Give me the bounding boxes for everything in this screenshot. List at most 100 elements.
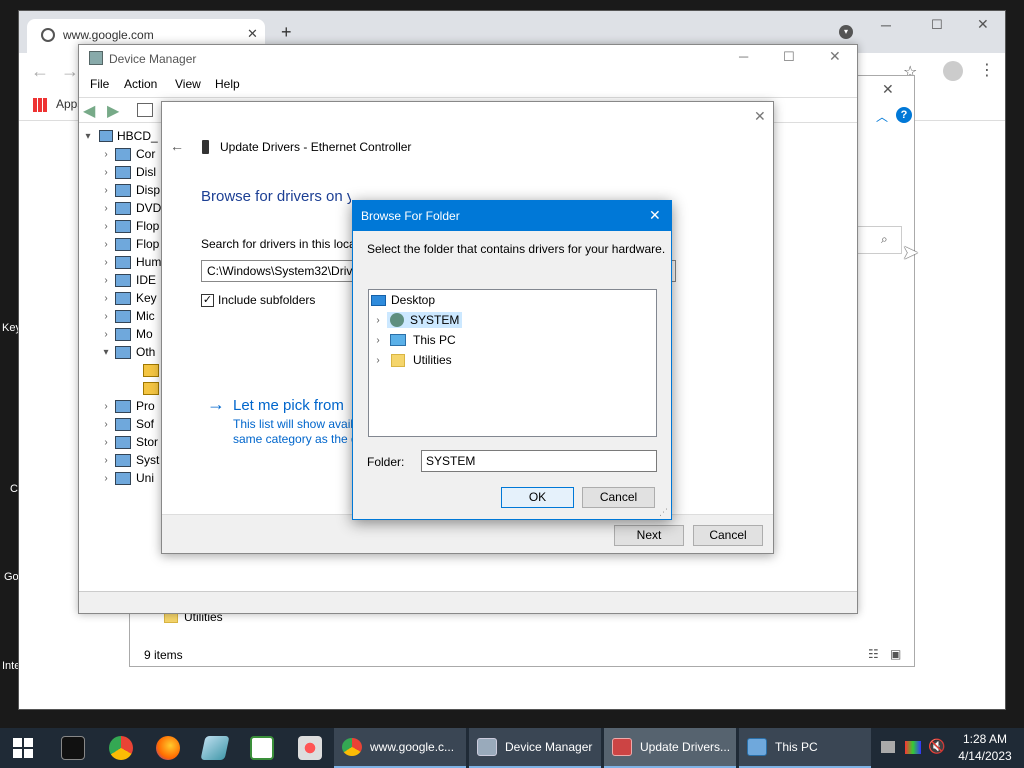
menu-view[interactable]: View	[175, 77, 201, 91]
chevron-right-icon[interactable]: ›	[99, 149, 113, 160]
minimize-icon[interactable]: ─	[881, 17, 891, 33]
chevron-right-icon[interactable]: ›	[99, 401, 113, 412]
device-category-row[interactable]: › Disl	[99, 163, 156, 181]
display-tray-icon[interactable]	[905, 741, 921, 754]
volume-muted-icon[interactable]: 🔇	[928, 738, 945, 755]
close-window-icon[interactable]: ✕	[977, 16, 989, 33]
chevron-right-icon[interactable]: ›	[99, 275, 113, 286]
chevron-right-icon[interactable]: ›	[99, 221, 113, 232]
chevron-right-icon[interactable]: ›	[369, 335, 387, 346]
chevron-right-icon[interactable]: ›	[99, 167, 113, 178]
device-category-row[interactable]: › Mo	[99, 325, 152, 343]
back-arrow-icon[interactable]: ←	[170, 138, 184, 154]
device-category-row[interactable]: › Mic	[99, 307, 154, 325]
menu-file[interactable]: File	[90, 77, 109, 91]
device-category-row[interactable]: › Syst	[99, 451, 159, 469]
folder-name-input[interactable]	[421, 450, 657, 472]
taskbar-item-device-manager[interactable]: Device Manager	[469, 728, 601, 768]
chevron-down-icon[interactable]: ▾	[81, 131, 95, 142]
new-tab-icon[interactable]: +	[281, 22, 292, 43]
maximize-icon[interactable]: ☐	[783, 49, 795, 65]
ok-button[interactable]: OK	[501, 487, 574, 508]
device-category-row[interactable]: › Uni	[99, 469, 154, 487]
chevron-right-icon[interactable]: ›	[99, 419, 113, 430]
resize-grip-icon[interactable]: ⋰	[659, 507, 668, 518]
device-category-row[interactable]: › Disp	[99, 181, 160, 199]
tree-root[interactable]: ▾ HBCD_	[81, 127, 157, 145]
chevron-right-icon[interactable]: ›	[99, 203, 113, 214]
chevron-right-icon[interactable]: ›	[99, 293, 113, 304]
chevron-right-icon[interactable]: ›	[99, 473, 113, 484]
checkmark-icon[interactable]: ✓	[201, 293, 214, 307]
forward-arrow-icon[interactable]: →	[61, 61, 79, 82]
chevron-right-icon[interactable]: ›	[369, 315, 387, 326]
right-arrow-icon[interactable]: →	[207, 394, 225, 415]
device-category-row[interactable]: › Cor	[99, 145, 155, 163]
device-category-row[interactable]: ▾ Oth	[99, 343, 155, 361]
taskbar-item-chrome[interactable]: www.google.c...	[334, 728, 466, 768]
terminal-icon[interactable]	[61, 736, 85, 760]
forward-icon[interactable]: ▶	[107, 101, 119, 121]
device-category-row[interactable]	[127, 361, 164, 379]
tools-icon[interactable]	[298, 736, 322, 760]
chevron-right-icon[interactable]: ›	[99, 329, 113, 340]
close-icon[interactable]: ✕	[829, 48, 841, 65]
chevron-down-icon[interactable]: ▾	[99, 347, 113, 358]
device-category-row[interactable]: › IDE	[99, 271, 156, 289]
close-icon[interactable]: ✕	[649, 207, 661, 224]
cancel-button[interactable]: Cancel	[693, 525, 763, 546]
system-clock[interactable]: 1:28 AM 4/14/2023	[950, 731, 1020, 765]
details-view-icon[interactable]: ☷	[868, 647, 879, 661]
include-subfolders-checkbox[interactable]: ✓ Include subfolders	[201, 293, 315, 307]
large-icons-view-icon[interactable]: ▣	[890, 647, 901, 661]
tab-search-icon[interactable]: ▾	[839, 25, 853, 39]
desktop-label-c[interactable]: C	[10, 483, 18, 495]
chevron-right-icon[interactable]: ›	[99, 239, 113, 250]
ribbon-collapse-icon[interactable]: ︿	[876, 108, 888, 125]
tree-item-system[interactable]: › SYSTEM	[369, 310, 463, 330]
chevron-right-icon[interactable]: ›	[99, 311, 113, 322]
chevron-right-icon[interactable]: ›	[99, 185, 113, 196]
chevron-right-icon[interactable]: ›	[99, 455, 113, 466]
taskbar-item-this-pc[interactable]: This PC	[739, 728, 871, 768]
menu-help[interactable]: Help	[215, 77, 240, 91]
back-icon[interactable]: ◀	[83, 101, 95, 121]
tree-item-utilities[interactable]: › Utilities	[369, 350, 451, 370]
properties-icon[interactable]	[137, 103, 153, 117]
explorer-close-icon[interactable]: ✕	[882, 81, 894, 98]
spreadsheet-icon[interactable]	[250, 736, 274, 760]
chevron-right-icon[interactable]: ›	[369, 355, 387, 366]
menu-action[interactable]: Action	[124, 77, 157, 91]
device-category-row[interactable]: › Hum	[99, 253, 161, 271]
chevron-right-icon[interactable]: ›	[99, 437, 113, 448]
tree-item-desktop[interactable]: Desktop	[369, 290, 435, 310]
help-icon[interactable]: ?	[896, 107, 912, 123]
network-tray-icon[interactable]	[881, 741, 895, 753]
tree-item-this-pc[interactable]: › This PC	[369, 330, 455, 350]
minimize-icon[interactable]: ─	[739, 49, 748, 64]
device-category-row[interactable]: › Flop	[99, 217, 159, 235]
more-menu-icon[interactable]: ⋮	[979, 60, 995, 80]
device-category-row[interactable]: › Stor	[99, 433, 158, 451]
device-category-row[interactable]: › Sof	[99, 415, 154, 433]
close-tab-icon[interactable]: ✕	[247, 26, 258, 42]
firefox-icon[interactable]	[156, 736, 180, 760]
device-category-row[interactable]: › Key	[99, 289, 156, 307]
back-arrow-icon[interactable]: ←	[31, 61, 49, 82]
device-category-row[interactable]	[127, 379, 164, 397]
cancel-button[interactable]: Cancel	[582, 487, 655, 508]
desktop-label-go[interactable]: Go	[4, 571, 19, 583]
apps-grid-icon[interactable]	[33, 98, 47, 112]
pick-driver-link[interactable]: Let me pick from	[233, 397, 353, 414]
device-category-row[interactable]: › Flop	[99, 235, 159, 253]
chevron-right-icon[interactable]: ›	[99, 257, 113, 268]
chrome-icon[interactable]	[109, 736, 133, 760]
notes-icon[interactable]	[200, 736, 230, 760]
windows-start-icon[interactable]	[13, 738, 33, 758]
device-category-row[interactable]: › Pro	[99, 397, 154, 415]
folder-tree[interactable]: Desktop › SYSTEM › This PC › Utilities	[368, 289, 657, 437]
maximize-icon[interactable]: ☐	[931, 17, 943, 33]
profile-avatar-icon[interactable]	[943, 61, 963, 81]
next-button[interactable]: Next	[614, 525, 684, 546]
taskbar-item-update-drivers[interactable]: Update Drivers...	[604, 728, 736, 768]
